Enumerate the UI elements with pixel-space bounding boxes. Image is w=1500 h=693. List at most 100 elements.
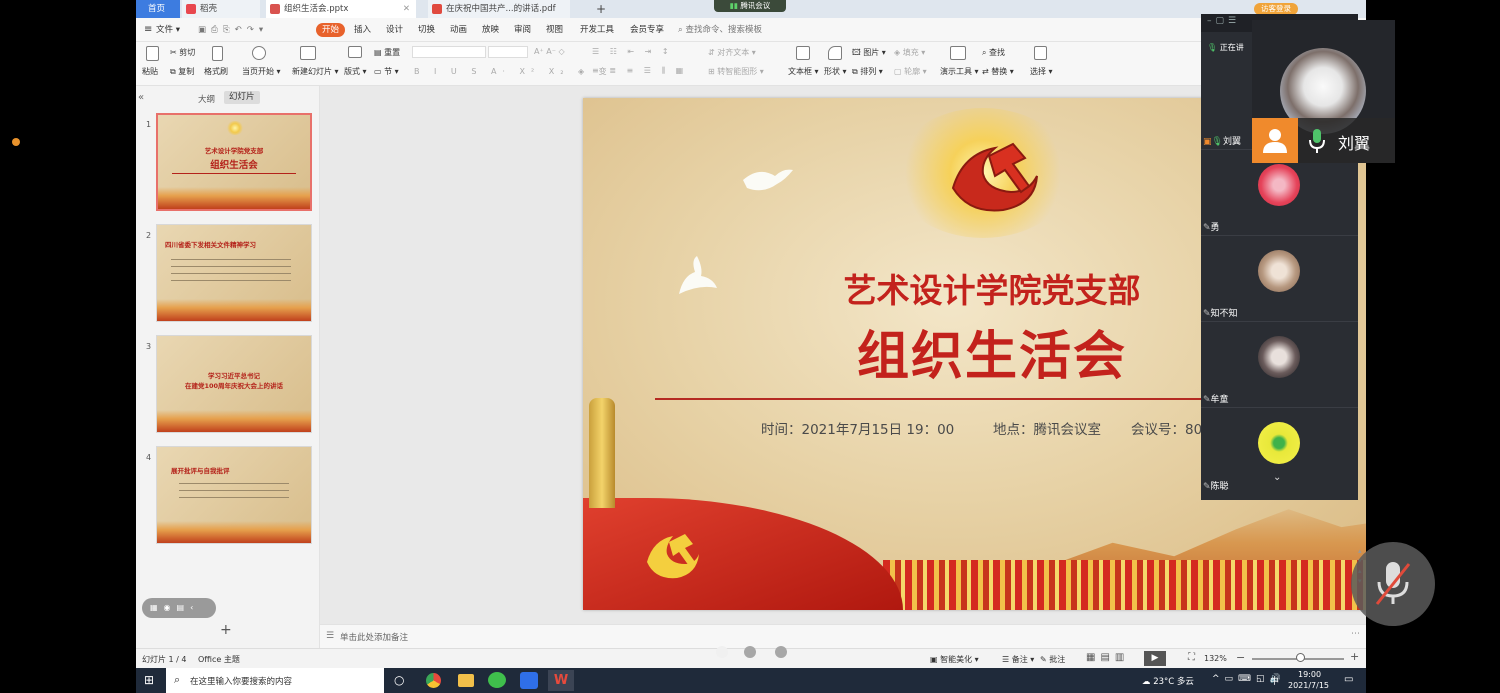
- menu-design[interactable]: 设计: [386, 23, 403, 37]
- command-search[interactable]: ⌕ 查找命令、搜索模板: [678, 23, 762, 37]
- play-icon[interactable]: [252, 46, 266, 60]
- wechat-icon[interactable]: [488, 672, 506, 688]
- zoom-level[interactable]: 132%: [1204, 654, 1227, 663]
- mute-toggle-button[interactable]: [1351, 542, 1435, 626]
- textbox-icon[interactable]: [796, 46, 810, 60]
- from-current-button[interactable]: 当页开始 ▾: [242, 66, 281, 77]
- format-painter-icon[interactable]: [212, 46, 223, 61]
- tab-pdf[interactable]: 在庆祝中国共产...的讲话.pdf: [428, 0, 570, 18]
- tab-pptx[interactable]: 组织生活会.pptx ✕: [266, 0, 416, 18]
- carousel-dot[interactable]: [744, 646, 756, 658]
- menu-file[interactable]: 文件 ▾: [156, 23, 180, 37]
- arrange-button[interactable]: ⧉ 排列 ▾: [852, 66, 883, 77]
- section-button[interactable]: ▭ 节 ▾: [374, 66, 399, 77]
- play-slideshow-button[interactable]: ▶: [1144, 651, 1166, 666]
- paste-button[interactable]: 粘贴: [142, 66, 158, 77]
- notes-bar[interactable]: ☰ 单击此处添加备注 ⋯: [320, 624, 1366, 648]
- fill-button[interactable]: ◈ 填充 ▾: [894, 47, 925, 58]
- font-size-select[interactable]: [488, 46, 528, 58]
- zoom-out-button[interactable]: −: [1236, 651, 1245, 664]
- find-button[interactable]: ⌕ 查找: [982, 47, 1005, 58]
- picture-button[interactable]: 🖾 图片 ▾: [852, 47, 886, 61]
- hamburger-icon[interactable]: ≡: [144, 23, 152, 37]
- chrome-icon[interactable]: [426, 673, 441, 688]
- participant-tile[interactable]: ✎知不知: [1201, 236, 1358, 322]
- shapes-button[interactable]: 形状 ▾: [824, 66, 847, 77]
- textbox-button[interactable]: 文本框 ▾: [788, 66, 819, 77]
- thumb-slide-2[interactable]: 四川省委下发相关文件精神学习: [156, 224, 312, 322]
- align-text-button[interactable]: ⇵ 对齐文本 ▾: [708, 47, 756, 58]
- menu-slideshow[interactable]: 放映: [482, 23, 499, 37]
- close-icon[interactable]: ✕: [403, 0, 410, 18]
- tab-outline[interactable]: 大纲: [198, 93, 215, 105]
- carousel-dot[interactable]: [716, 646, 728, 658]
- font-grow-icons[interactable]: A⁺ A⁻ ◇: [534, 47, 565, 56]
- taskbar-search[interactable]: ⌕ 在这里输入你要搜索的内容: [166, 668, 384, 693]
- replace-button[interactable]: ⇄ 替换 ▾: [982, 66, 1014, 77]
- menu-insert[interactable]: 插入: [354, 23, 371, 37]
- new-slide-button[interactable]: 新建幻灯片 ▾: [292, 66, 339, 77]
- notification-icon[interactable]: ▭: [1344, 674, 1353, 685]
- layout-icon[interactable]: [348, 46, 362, 58]
- view-mode-icons[interactable]: ▦▤▥: [1086, 652, 1129, 663]
- copy-button[interactable]: ⧉ 复制: [170, 66, 194, 77]
- more-icon[interactable]: ⋯: [1351, 629, 1360, 639]
- file-explorer-icon[interactable]: [458, 674, 474, 687]
- outline-button[interactable]: ▢ 轮廓 ▾: [894, 66, 927, 77]
- tab-slides[interactable]: 幻灯片: [224, 91, 260, 104]
- thumb-slide-3[interactable]: 学习习近平总书记 在建党100周年庆祝大会上的讲话: [156, 335, 312, 433]
- font-name-select[interactable]: [412, 46, 486, 58]
- menu-animation[interactable]: 动画: [450, 23, 467, 37]
- smart-shape-button[interactable]: ⊞ 转智能图形 ▾: [708, 66, 764, 77]
- add-slide-button[interactable]: +: [220, 622, 232, 638]
- present-tool-icon[interactable]: [950, 46, 966, 60]
- task-view-icon[interactable]: ○: [394, 673, 404, 687]
- list-icons[interactable]: ☰ ☷ ⇤ ⇥ ↕: [592, 47, 673, 56]
- new-slide-icon[interactable]: [300, 46, 316, 60]
- windows-start-icon[interactable]: ⊞: [144, 673, 154, 687]
- reset-button[interactable]: ▤ 重置: [374, 47, 400, 58]
- thumb-slide-4[interactable]: 展开批评与自我批评: [156, 446, 312, 544]
- format-painter-button[interactable]: 格式刷: [204, 66, 228, 77]
- select-button[interactable]: 选择 ▾: [1030, 66, 1053, 77]
- carousel-dot[interactable]: [775, 646, 787, 658]
- self-video-tile[interactable]: 刘翼: [1252, 20, 1395, 163]
- font-style-icons[interactable]: B I U S A· X² X₂ ◈ 变: [414, 66, 613, 77]
- align-icons[interactable]: ≡ ≣ ≡ ☰ ⫼ ▦: [592, 66, 687, 76]
- beautify-button[interactable]: ▣ 智能美化 ▾: [930, 654, 979, 665]
- menu-developer[interactable]: 开发工具: [580, 23, 614, 37]
- ime-indicator[interactable]: 中: [1270, 674, 1279, 687]
- notes-button[interactable]: ☰ 备注 ▾: [1002, 654, 1034, 665]
- cut-button[interactable]: ✂ 剪切: [170, 47, 195, 58]
- thumb-slide-1[interactable]: 艺术设计学院党支部 组织生活会: [156, 113, 312, 211]
- wps-icon[interactable]: W: [548, 670, 574, 691]
- chevron-down-icon[interactable]: ⌄: [1273, 472, 1281, 483]
- tencent-meeting-icon[interactable]: [520, 672, 538, 689]
- tab-docer[interactable]: 稻壳: [182, 0, 260, 18]
- shapes-icon[interactable]: [828, 46, 842, 60]
- floating-toolbar[interactable]: ▦◉▤‹: [142, 598, 216, 618]
- panel-window-icons[interactable]: –▢☰: [1207, 16, 1240, 26]
- quick-access-icons[interactable]: ▣⎙⎘↶↷▾: [198, 23, 268, 37]
- notes-placeholder[interactable]: 单击此处添加备注: [340, 631, 408, 643]
- menu-vip[interactable]: 会员专享: [630, 23, 664, 37]
- meeting-pill[interactable]: ▮▮ 腾讯会议: [714, 0, 786, 12]
- comments-button[interactable]: ✎ 批注: [1040, 654, 1065, 665]
- menu-transition[interactable]: 切换: [418, 23, 435, 37]
- menu-start[interactable]: 开始: [316, 23, 346, 37]
- participant-tile[interactable]: ✎牟童: [1201, 322, 1358, 408]
- zoom-slider-thumb[interactable]: [1296, 653, 1305, 662]
- zoom-in-button[interactable]: +: [1350, 650, 1359, 663]
- present-tool-button[interactable]: 演示工具 ▾: [940, 66, 979, 77]
- menu-review[interactable]: 审阅: [514, 23, 531, 37]
- collapse-pane-icon[interactable]: «: [138, 92, 144, 103]
- paste-icon[interactable]: [146, 46, 159, 61]
- participant-tile[interactable]: ⌄ ✎陈聪: [1201, 408, 1358, 494]
- layout-button[interactable]: 版式 ▾: [344, 66, 367, 77]
- select-icon[interactable]: [1034, 46, 1047, 60]
- new-tab-button[interactable]: +: [592, 0, 612, 18]
- fit-window-icon[interactable]: ⛶: [1188, 652, 1195, 663]
- tab-home[interactable]: 首页: [136, 0, 180, 18]
- menu-view[interactable]: 视图: [546, 23, 563, 37]
- weather-widget[interactable]: ☁ 23°C 多云: [1142, 675, 1194, 687]
